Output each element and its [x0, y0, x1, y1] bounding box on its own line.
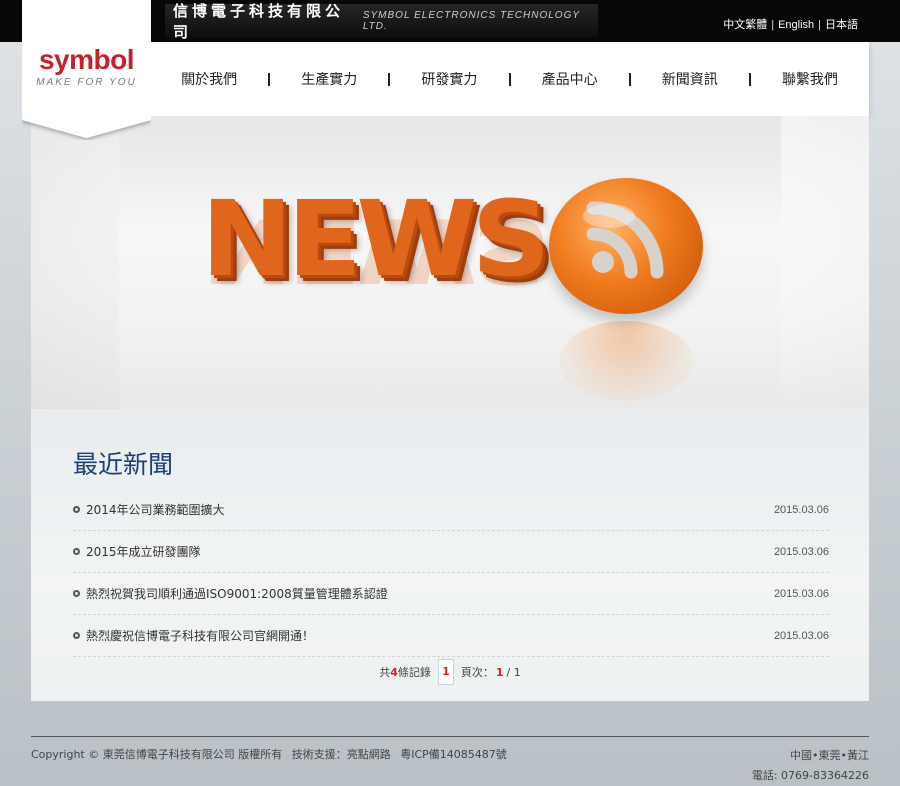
news-item-left: 2015年成立研發團隊	[73, 543, 201, 560]
pager-total-count: 4	[390, 665, 398, 679]
news-title[interactable]: 2015年成立研發團隊	[86, 543, 201, 560]
logo-wordmark: symbol	[38, 44, 135, 75]
rss-icon	[549, 178, 703, 314]
news-section: 最近新聞 2014年公司業務範圍擴大 2015.03.06 2015年成立研發團…	[31, 409, 869, 701]
page-number-button[interactable]: 1	[437, 659, 454, 685]
logo-slogan: MAKE FOR YOU	[36, 77, 137, 88]
bullet-icon	[73, 632, 80, 639]
rss-symbol	[583, 201, 664, 279]
footer-copyright: Copyright © 東莞信博電子科技有限公司 版權所有	[31, 748, 283, 761]
pagination: 共 4 條記錄 1 頁次： 1 / 1	[31, 659, 869, 685]
lang-separator: |	[771, 19, 775, 31]
nav-production[interactable]: 生產實力	[270, 69, 388, 89]
pager-current-page: 1	[495, 665, 504, 679]
language-switcher: 中文繁體 | English | 日本語	[723, 16, 858, 32]
footer-tech-support[interactable]: 技術支援：亮點網路	[292, 748, 391, 761]
footer-phone: 電話: 0769-83364226	[751, 769, 869, 782]
lang-separator: |	[818, 19, 821, 31]
news-item[interactable]: 2014年公司業務範圍擴大 2015.03.06	[73, 489, 829, 531]
news-title[interactable]: 熱烈祝賀我司順利通過ISO9001:2008質量管理體系認證	[86, 585, 388, 602]
news-item-left: 2014年公司業務範圍擴大	[73, 501, 225, 518]
symbol-logo[interactable]: symbol MAKE FOR YOU	[22, 0, 151, 140]
main-nav: 關於我們 生產實力 研發實力 產品中心 新聞資訊 聯繫我們	[150, 42, 869, 116]
news-date: 2015.03.06	[773, 587, 829, 600]
footer-left: Copyright © 東莞信博電子科技有限公司 版權所有 技術支援：亮點網路 …	[31, 746, 513, 762]
footer-icp[interactable]: 粵ICP備14085487號	[400, 748, 507, 761]
bullet-icon	[73, 548, 80, 555]
news-item[interactable]: 2015年成立研發團隊 2015.03.06	[73, 531, 829, 573]
news-item-left: 熱烈祝賀我司順利通過ISO9001:2008質量管理體系認證	[73, 585, 388, 602]
company-name-en: SYMBOL ELECTRONICS TECHNOLOGY LTD.	[362, 10, 580, 32]
company-name-cn: 信博電子科技有限公司	[173, 2, 345, 41]
bullet-icon	[73, 590, 80, 597]
news-banner: NEWS NEWS	[31, 116, 869, 409]
lang-japanese[interactable]: 日本語	[825, 19, 858, 31]
news-title[interactable]: 2014年公司業務範圍擴大	[86, 501, 225, 518]
pager-total-pages: / 1	[506, 665, 521, 679]
pager-page-label: 頁次：	[460, 666, 494, 679]
footer-divider	[31, 736, 869, 737]
news-item[interactable]: 熱烈祝賀我司順利通過ISO9001:2008質量管理體系認證 2015.03.0…	[73, 573, 829, 615]
nav-rnd[interactable]: 研發實力	[390, 69, 508, 89]
news-item-left: 熱烈慶祝信博電子科技有限公司官網開通！	[73, 627, 314, 644]
news-3d-text: NEWS	[201, 178, 551, 300]
nav-contact[interactable]: 聯繫我們	[751, 69, 869, 89]
bullet-icon	[73, 506, 80, 513]
section-title: 最近新聞	[73, 450, 174, 479]
lang-traditional-chinese[interactable]: 中文繁體	[723, 19, 767, 31]
news-item[interactable]: 熱烈慶祝信博電子科技有限公司官網開通！ 2015.03.06	[73, 615, 829, 657]
nav-news[interactable]: 新聞資訊	[631, 69, 749, 89]
footer-right: 中國•東莞•黃江 電話: 0769-83364226	[752, 746, 869, 786]
rss-reflection	[559, 321, 693, 401]
news-title[interactable]: 熱烈慶祝信博電子科技有限公司官網開通！	[86, 627, 314, 644]
news-date: 2015.03.06	[773, 629, 829, 642]
company-banner: 信博電子科技有限公司 SYMBOL ELECTRONICS TECHNOLOGY…	[165, 2, 598, 41]
news-date: 2015.03.06	[773, 545, 829, 558]
nav-about-us[interactable]: 關於我們	[150, 69, 268, 89]
footer-location: 中國•東莞•黃江	[790, 749, 869, 762]
pager-total-suffix: 條記錄	[397, 666, 431, 679]
lang-english[interactable]: English	[778, 19, 814, 31]
news-list: 2014年公司業務範圍擴大 2015.03.06 2015年成立研發團隊 201…	[73, 489, 829, 657]
pager-total-prefix: 共	[379, 666, 391, 679]
main-nav-bar: 關於我們 生產實力 研發實力 產品中心 新聞資訊 聯繫我們	[150, 42, 869, 116]
nav-products[interactable]: 產品中心	[511, 69, 629, 89]
news-date: 2015.03.06	[773, 503, 829, 516]
